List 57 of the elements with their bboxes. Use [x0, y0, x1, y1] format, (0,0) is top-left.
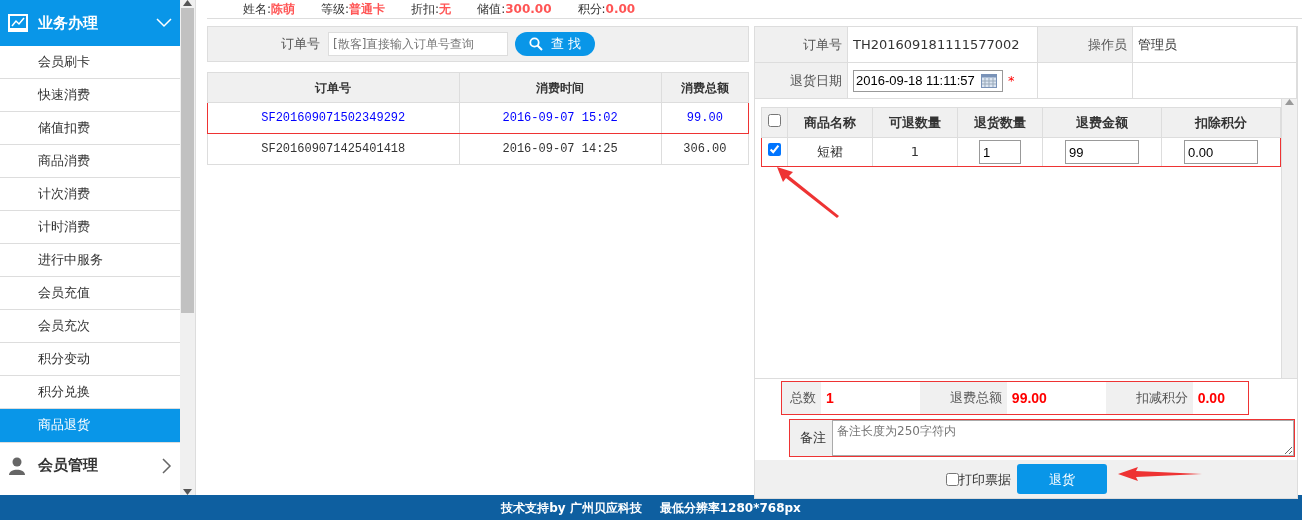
- search-icon: [528, 37, 543, 51]
- table-cell: 99.00: [661, 102, 749, 134]
- table-cell: SF201609071425401418: [207, 133, 459, 165]
- table-cell: SF201609071502349292: [207, 102, 459, 134]
- column-header: 扣除积分: [1161, 107, 1281, 138]
- member-info-text: 等级:普通卡: [321, 1, 386, 18]
- total-value: 99.00: [1010, 388, 1048, 408]
- field-label: 操作员: [1038, 27, 1133, 63]
- table-cell: 短裙: [787, 137, 873, 167]
- column-header: 订单号: [207, 72, 459, 103]
- total-label: 扣减积分: [1105, 382, 1193, 414]
- column-header: 消费时间: [459, 72, 662, 103]
- print-receipt-checkbox[interactable]: [945, 472, 959, 486]
- points-field[interactable]: 0.00: [1184, 140, 1258, 164]
- quantity-field[interactable]: 1: [979, 140, 1021, 164]
- order-search-field[interactable]: [散客]直接输入订单号查询: [328, 32, 508, 56]
- operator-text: 管理员: [1133, 27, 1297, 63]
- order-row[interactable]: SF201609071502349292 2016-09-07 15:02 99.00: [207, 102, 749, 134]
- scrollbar[interactable]: [180, 0, 196, 495]
- column-header: 商品名称: [787, 107, 873, 138]
- column-header: 退费金额: [1042, 107, 1162, 138]
- total-label: 退费总额: [919, 382, 1007, 414]
- footer-support-text: 技术支持by 广州贝应科技: [501, 499, 642, 517]
- required-mark: *: [1008, 71, 1015, 90]
- select-all-checkbox[interactable]: [768, 113, 781, 127]
- column-header: 可退数量: [872, 107, 958, 138]
- field-label: 退货日期: [755, 63, 848, 99]
- field-label: 订单号: [755, 27, 848, 63]
- date-field[interactable]: 2016-09-18 11:11:57: [853, 69, 1003, 92]
- chart-icon: [8, 14, 28, 32]
- total-value: 1: [825, 388, 835, 408]
- scrollbar[interactable]: [1281, 99, 1297, 378]
- column-header: 退货数量: [957, 107, 1043, 138]
- print-receipt-label: 打印票据: [958, 470, 1011, 489]
- row-checkbox[interactable]: [768, 143, 781, 157]
- scroll-up-icon[interactable]: [183, 0, 192, 6]
- remark-label: 备注: [790, 420, 832, 456]
- order-row[interactable]: SF201609071425401418 2016-09-07 14:25 306.00: [207, 133, 749, 165]
- column-header: 消费总额: [661, 72, 749, 103]
- total-label: 总数: [782, 382, 821, 414]
- amount-field[interactable]: 99: [1065, 140, 1139, 164]
- table-cell: 1: [872, 137, 958, 167]
- member-info-text: 姓名:陈萌: [243, 1, 296, 18]
- remark-field[interactable]: 备注长度为250字符内: [832, 420, 1294, 456]
- chevron-icon: [162, 457, 172, 474]
- calendar-icon: [980, 73, 997, 88]
- member-info-text: 折扣:无: [411, 1, 452, 18]
- total-value: 0.00: [1196, 388, 1226, 408]
- chevron-icon: [156, 18, 172, 28]
- table-cell: 306.00: [661, 133, 749, 165]
- table-cell: 2016-09-07 14:25: [459, 133, 662, 165]
- search-label: 订单号: [280, 35, 321, 54]
- member-info-text: 积分:0.00: [577, 1, 636, 18]
- person-icon: [8, 455, 28, 476]
- member-info-text: 储值:300.00: [477, 1, 552, 18]
- footer-resolution-text: 最低分辨率1280*768px: [659, 499, 801, 517]
- table-cell: 2016-09-07 15:02: [459, 102, 662, 134]
